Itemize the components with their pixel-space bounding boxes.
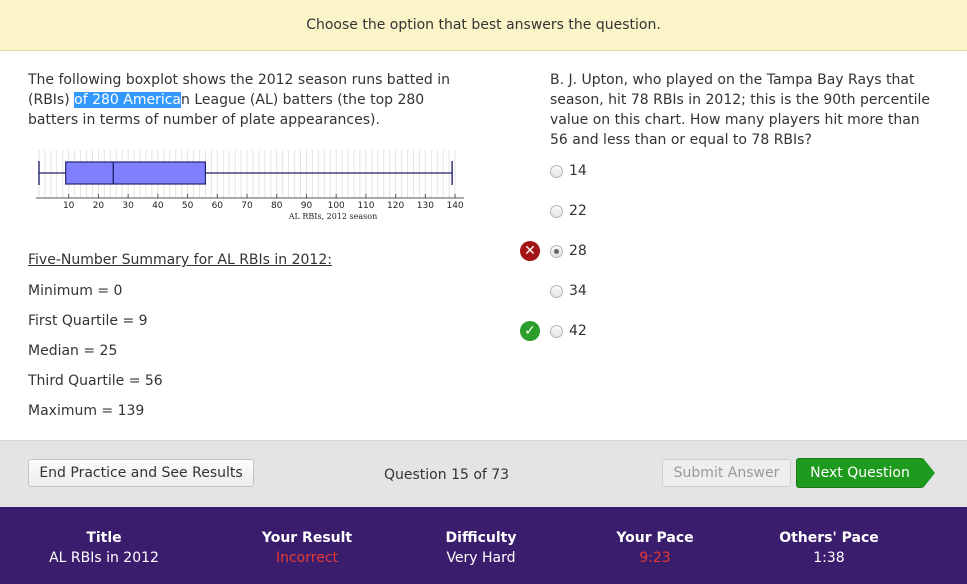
option-5[interactable]: 42 [550,321,587,341]
x-tick-label: 100 [328,201,345,211]
correct-check-icon: ✓ [520,321,540,341]
stats-footer: Title AL RBIs in 2012 Your Result Incorr… [0,507,967,584]
radio-selected-icon[interactable] [550,244,563,258]
x-tick-label: 70 [241,201,253,211]
x-tick-label: 130 [417,201,434,211]
summary-median: Median = 25 [28,343,118,359]
x-tick-label: 140 [446,201,463,211]
footer-title-label: Title [86,530,122,546]
option-label: 42 [569,323,587,339]
x-tick-label: 90 [301,201,313,211]
question-intro: The following boxplot shows the 2012 sea… [28,70,478,130]
instruction-banner: Choose the option that best answers the … [0,0,967,51]
footer-pace: Your Pace 9:23 [570,528,740,568]
footer-result-value: Incorrect [275,550,339,566]
option-label: 14 [569,163,587,179]
x-tick-label: 80 [271,201,283,211]
rbi-boxplot: 10 20 30 40 50 60 70 80 90 100 110 120 130 140 AL RBIs… [36,150,464,221]
x-tick-label: 120 [387,201,404,211]
radio-icon[interactable] [550,164,563,178]
summary-third-quartile: Third Quartile = 56 [28,373,163,389]
footer-pace-value: 9:23 [639,550,671,566]
summary-minimum: Minimum = 0 [28,283,123,299]
option-label: 22 [569,203,587,219]
footer-title-value: AL RBIs in 2012 [49,550,159,566]
summary-maximum: Maximum = 139 [28,403,145,419]
option-4[interactable]: 34 [550,281,587,301]
footer-pace-label: Your Pace [616,530,694,546]
end-practice-button[interactable]: End Practice and See Results [28,459,254,487]
summary-title: Five-Number Summary for AL RBIs in 2012: [28,252,332,268]
incorrect-x-icon: ✕ [520,241,540,261]
option-3[interactable]: 28 [550,241,587,261]
summary-first-quartile: First Quartile = 9 [28,313,148,329]
x-tick-label: 20 [93,201,105,211]
footer-others-label: Others' Pace [779,530,879,546]
x-axis-label: AL RBIs, 2012 season [288,212,377,221]
footer-difficulty-value: Very Hard [446,550,516,566]
question-counter: Question 15 of 73 [384,467,510,483]
option-label: 28 [569,243,587,259]
footer-others-value: 1:38 [813,550,845,566]
intro-text-highlight: of 280 America [74,92,182,108]
footer-result: Your Result Incorrect [222,528,392,568]
question-text: B. J. Upton, who played on the Tampa Bay… [550,72,930,148]
submit-answer-button[interactable]: Submit Answer [662,459,791,487]
footer-difficulty-label: Difficulty [445,530,517,546]
x-tick-label: 50 [182,201,194,211]
radio-icon[interactable] [550,284,563,298]
x-tick-label: 110 [357,201,374,211]
x-tick-label: 60 [212,201,224,211]
footer-others-pace: Others' Pace 1:38 [744,528,914,568]
footer-result-label: Your Result [261,530,353,546]
footer-difficulty: Difficulty Very Hard [396,528,566,568]
radio-icon[interactable] [550,204,563,218]
radio-icon[interactable] [550,324,563,338]
option-1[interactable]: 14 [550,161,587,181]
next-question-button[interactable]: Next Question [796,458,924,488]
option-label: 34 [569,283,587,299]
option-2[interactable]: 22 [550,201,587,221]
next-arrow-icon [923,458,935,488]
x-tick-label: 30 [122,201,134,211]
iqr-box [65,161,207,185]
x-tick-label: 40 [152,201,164,211]
x-tick-label: 10 [63,201,75,211]
footer-title: Title AL RBIs in 2012 [19,528,189,568]
